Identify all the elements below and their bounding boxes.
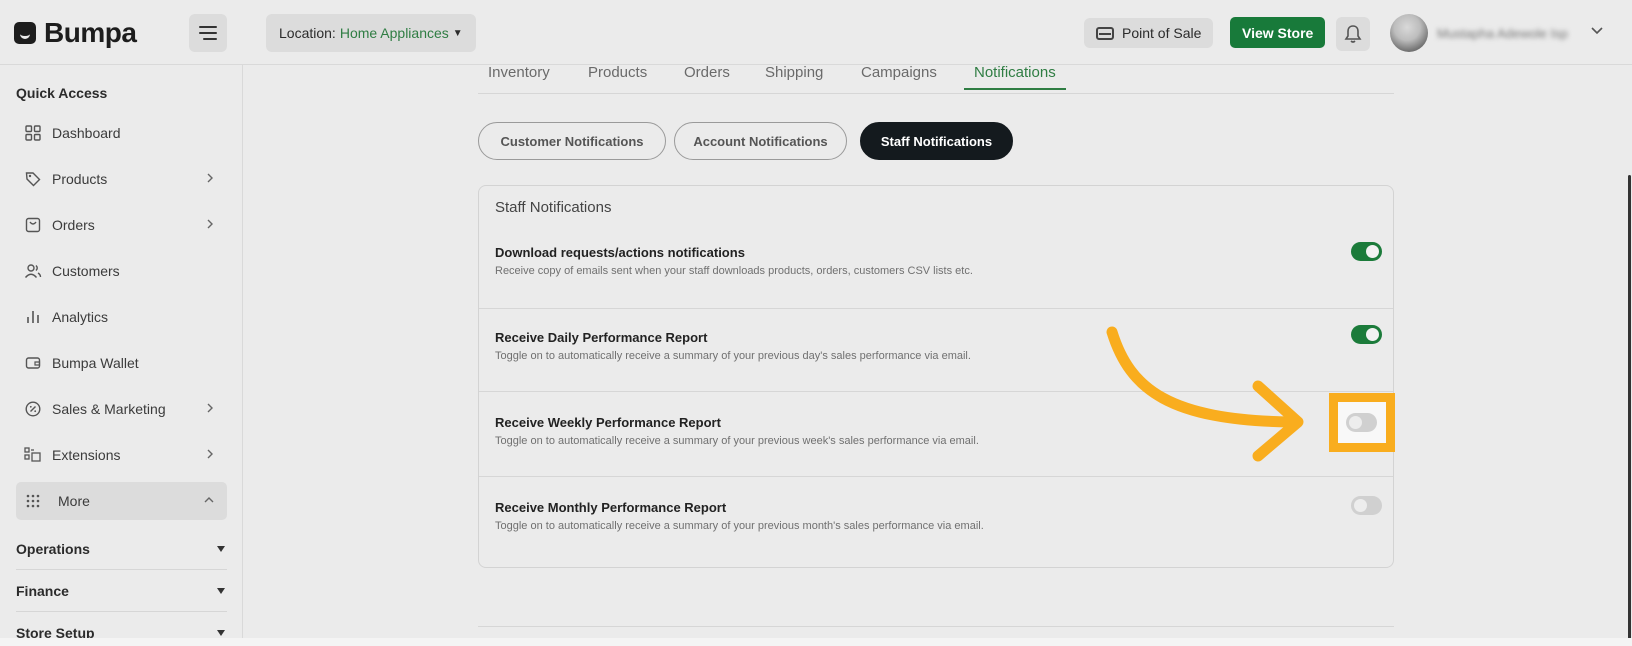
view-store-button[interactable]: View Store <box>1230 17 1326 48</box>
sidebar-item-label: Analytics <box>52 309 109 325</box>
sidebar-group-operations[interactable]: Operations <box>16 528 227 570</box>
sidebar-group-label: Operations <box>16 540 90 557</box>
toggle-knob <box>1366 245 1379 258</box>
chevron-right-icon <box>207 173 213 183</box>
bell-icon <box>1344 25 1362 43</box>
extensions-icon <box>24 446 42 464</box>
caret-down-icon <box>217 588 225 594</box>
sidebar-item-label: Customers <box>52 263 120 279</box>
weekly-report-toggle[interactable] <box>1346 413 1377 432</box>
notification-title: Receive Monthly Performance Report <box>495 500 727 515</box>
annotation-arrow-icon <box>1106 326 1304 462</box>
caret-down-icon <box>217 546 225 552</box>
toggle-knob <box>1349 416 1362 429</box>
toggle-knob <box>1354 499 1367 512</box>
hamburger-line <box>199 32 217 34</box>
tab-shipping[interactable]: Shipping <box>765 61 823 90</box>
monthly-report-toggle[interactable] <box>1351 496 1382 515</box>
sidebar-item-label: Extensions <box>52 447 121 463</box>
card-icon <box>1096 26 1114 40</box>
chevron-down-icon[interactable] <box>1590 24 1604 38</box>
tab-orders[interactable]: Orders <box>684 61 730 90</box>
wallet-icon <box>24 354 42 372</box>
sidebar-item-orders[interactable]: Orders <box>16 206 227 244</box>
dashboard-icon <box>24 124 42 142</box>
notification-title: Receive Weekly Performance Report <box>495 415 721 430</box>
sidebar-item-label: Sales & Marketing <box>52 401 166 417</box>
notification-title: Receive Daily Performance Report <box>495 330 708 345</box>
tab-notifications[interactable]: Notifications <box>964 61 1066 90</box>
notification-row: Receive Monthly Performance Report Toggl… <box>479 496 1393 562</box>
bumpa-logo-icon <box>14 22 36 44</box>
sidebar-item-bumpa-wallet[interactable]: Bumpa Wallet <box>16 344 227 382</box>
sidebar-item-extensions[interactable]: Extensions <box>16 436 227 474</box>
scrollbar[interactable] <box>1627 65 1632 646</box>
sidebar-item-label: Orders <box>52 217 95 233</box>
hamburger-icon <box>199 26 217 28</box>
view-store-label: View Store <box>1242 24 1314 41</box>
quick-access-title: Quick Access <box>16 85 108 101</box>
percent-icon <box>24 400 42 418</box>
settings-tabs: Inventory Products Orders Shipping Campa… <box>478 64 1394 94</box>
dots-grid-icon <box>24 492 42 510</box>
tab-campaigns[interactable]: Campaigns <box>861 61 937 90</box>
notification-description: Toggle on to automatically receive a sum… <box>495 520 984 532</box>
sidebar-item-label: Bumpa Wallet <box>52 355 139 371</box>
sidebar-item-products[interactable]: Products <box>16 160 227 198</box>
divider <box>478 626 1394 627</box>
toggle-knob <box>1366 328 1379 341</box>
chevron-up-icon <box>204 497 214 503</box>
sidebar-item-dashboard[interactable]: Dashboard <box>16 114 227 152</box>
sidebar-item-label: More <box>58 493 90 509</box>
hamburger-line <box>203 38 217 40</box>
scrollbar-thumb[interactable] <box>1628 175 1631 646</box>
location-value: Home Appliances <box>339 25 449 41</box>
daily-report-toggle[interactable] <box>1351 325 1382 344</box>
subtab-account-notifications[interactable]: Account Notifications <box>674 122 847 160</box>
download-requests-toggle[interactable] <box>1351 242 1382 261</box>
notification-description: Receive copy of emails sent when your st… <box>495 265 973 277</box>
username[interactable]: Mustapha Adewole Isp <box>1437 26 1568 41</box>
logo[interactable]: Bumpa <box>14 17 137 49</box>
sidebar-group-finance[interactable]: Finance <box>16 570 227 612</box>
sidebar-item-label: Dashboard <box>52 125 121 141</box>
notification-title: Download requests/actions notifications <box>495 245 745 260</box>
top-bar: Bumpa Location: Home Appliances ▼ Point … <box>0 0 1632 65</box>
sidebar-item-sales-marketing[interactable]: Sales & Marketing <box>16 390 227 428</box>
subtab-staff-notifications[interactable]: Staff Notifications <box>860 122 1013 160</box>
chevron-right-icon <box>207 403 213 413</box>
caret-down-icon <box>217 630 225 636</box>
tab-inventory[interactable]: Inventory <box>488 61 550 90</box>
location-label: Location: <box>279 25 336 41</box>
notifications-button[interactable] <box>1336 17 1370 51</box>
point-of-sale-label: Point of Sale <box>1122 25 1202 41</box>
chevron-right-icon <box>207 219 213 229</box>
sidebar-item-analytics[interactable]: Analytics <box>16 298 227 336</box>
sidebar: Quick Access Dashboard Products Orders C… <box>0 65 243 646</box>
main-content: Inventory Products Orders Shipping Campa… <box>244 64 1632 638</box>
sidebar-item-label: Products <box>52 171 108 187</box>
sidebar-group-label: Finance <box>16 582 69 599</box>
notification-row: Download requests/actions notifications … <box>479 242 1393 309</box>
caret-down-icon: ▼ <box>452 27 463 39</box>
bag-icon <box>24 216 42 234</box>
sidebar-item-more[interactable]: More <box>16 482 227 520</box>
sidebar-item-customers[interactable]: Customers <box>16 252 227 290</box>
subtab-customer-notifications[interactable]: Customer Notifications <box>478 122 666 160</box>
logo-text: Bumpa <box>44 17 137 48</box>
users-icon <box>24 262 42 280</box>
card-title: Staff Notifications <box>495 199 612 216</box>
chevron-right-icon <box>207 449 213 459</box>
notification-description: Toggle on to automatically receive a sum… <box>495 350 971 362</box>
footer-strip <box>0 638 1632 646</box>
location-selector[interactable]: Location: Home Appliances ▼ <box>266 14 476 52</box>
tab-products[interactable]: Products <box>588 61 647 90</box>
point-of-sale-button[interactable]: Point of Sale <box>1084 18 1214 48</box>
avatar[interactable] <box>1390 14 1428 52</box>
menu-toggle-button[interactable] <box>189 14 227 52</box>
analytics-icon <box>24 308 42 326</box>
annotation-highlight-box <box>1329 393 1395 452</box>
notification-description: Toggle on to automatically receive a sum… <box>495 435 979 447</box>
tag-icon <box>24 170 42 188</box>
